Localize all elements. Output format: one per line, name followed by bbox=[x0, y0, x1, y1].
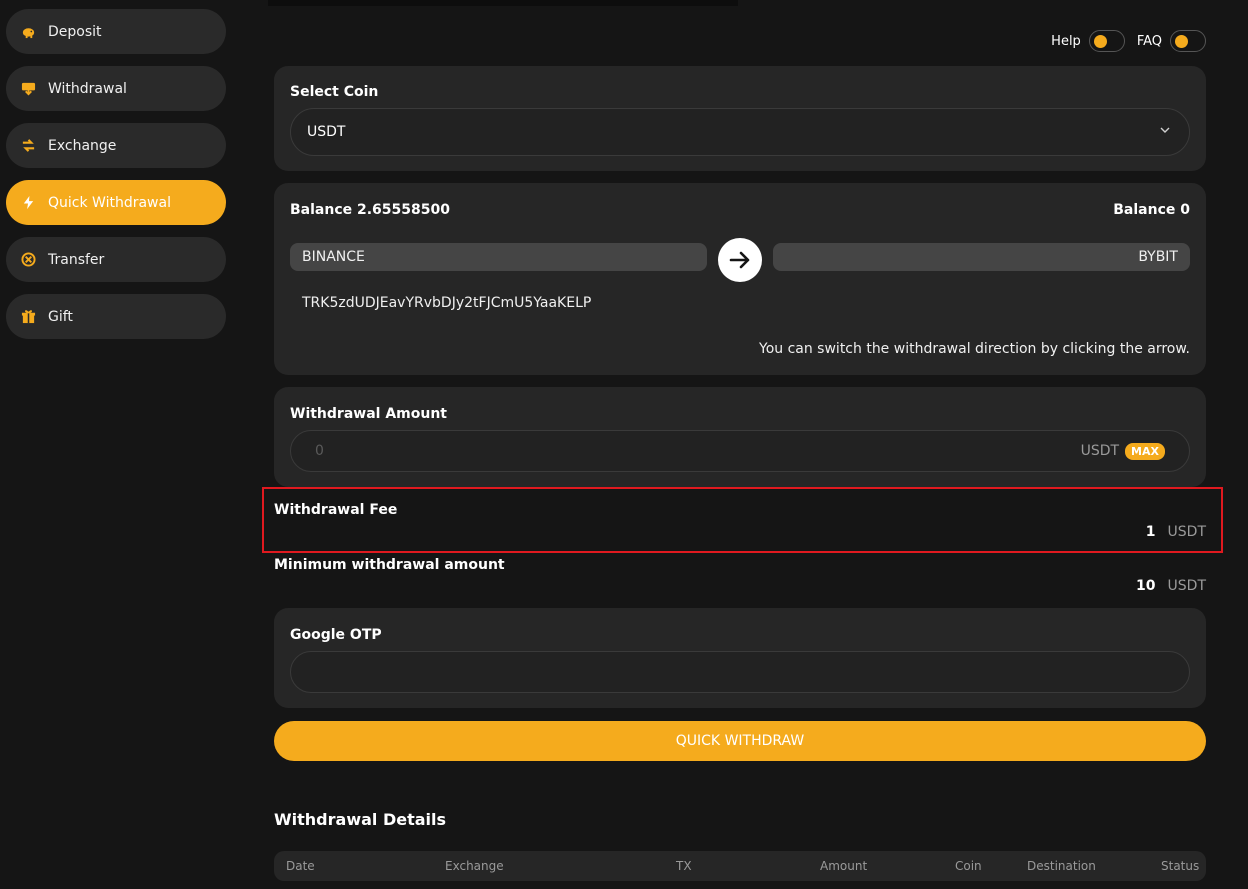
lightning-icon bbox=[20, 195, 36, 211]
sidebar-item-label: Gift bbox=[48, 308, 73, 325]
select-coin-card: Select Coin USDT bbox=[274, 66, 1206, 171]
help-label: Help bbox=[1051, 33, 1081, 49]
sidebar-item-deposit[interactable]: Deposit bbox=[6, 9, 226, 54]
faq-toggle[interactable] bbox=[1170, 30, 1206, 52]
sidebar-item-label: Transfer bbox=[48, 251, 105, 268]
sidebar-item-label: Exchange bbox=[48, 137, 117, 154]
sidebar-item-transfer[interactable]: Transfer bbox=[6, 237, 226, 282]
chevron-down-icon bbox=[1159, 124, 1171, 140]
minimum-amount: 10 bbox=[1136, 578, 1156, 594]
column-header-amount: Amount bbox=[820, 859, 868, 873]
gift-icon bbox=[20, 309, 36, 325]
coin-select-value: USDT bbox=[307, 124, 346, 140]
sidebar-item-label: Withdrawal bbox=[48, 80, 127, 97]
sidebar-item-quick-withdrawal[interactable]: Quick Withdrawal bbox=[6, 180, 226, 225]
google-otp-card: Google OTP bbox=[274, 608, 1206, 708]
sidebar-item-label: Deposit bbox=[48, 23, 102, 40]
amount-placeholder: 0 bbox=[315, 443, 324, 459]
withdrawal-details-title: Withdrawal Details bbox=[274, 810, 447, 829]
minimum-withdrawal-label: Minimum withdrawal amount bbox=[274, 557, 505, 573]
top-header-strip bbox=[268, 0, 738, 6]
column-header-date: Date bbox=[286, 859, 315, 873]
withdrawal-fee-row: Withdrawal Fee 1 USDT bbox=[274, 502, 1206, 542]
coin-select[interactable]: USDT bbox=[290, 108, 1190, 156]
faq-label: FAQ bbox=[1136, 33, 1162, 49]
column-header-tx: TX bbox=[676, 859, 692, 873]
from-exchange-name: BINANCE bbox=[302, 249, 365, 265]
sidebar: Deposit Withdrawal Exchange Quick Withdr… bbox=[6, 9, 226, 351]
to-exchange-box: BYBIT bbox=[773, 243, 1190, 271]
switch-direction-button[interactable] bbox=[718, 238, 762, 282]
help-faq-toggles: Help FAQ bbox=[1051, 30, 1206, 52]
sidebar-item-withdrawal[interactable]: Withdrawal bbox=[6, 66, 226, 111]
minimum-withdrawal-row: Minimum withdrawal amount 10 USDT bbox=[274, 557, 1206, 597]
transfer-icon bbox=[20, 252, 36, 268]
column-header-coin: Coin bbox=[955, 859, 982, 873]
withdrawal-amount-label: Withdrawal Amount bbox=[290, 406, 447, 422]
fee-unit: USDT bbox=[1167, 524, 1206, 540]
toggle-knob bbox=[1175, 35, 1188, 48]
from-exchange-box: BINANCE bbox=[290, 243, 707, 271]
minimum-unit: USDT bbox=[1167, 578, 1206, 594]
google-otp-input[interactable] bbox=[290, 651, 1190, 693]
withdrawal-amount-input[interactable]: 0 USDT MAX bbox=[290, 430, 1190, 472]
help-toggle-group: Help bbox=[1051, 30, 1125, 52]
sidebar-item-gift[interactable]: Gift bbox=[6, 294, 226, 339]
balance-card: Balance 2.65558500 Balance 0 BINANCE BYB… bbox=[274, 183, 1206, 375]
google-otp-label: Google OTP bbox=[290, 627, 382, 643]
wallet-address: TRK5zdUDJEavYRvbDJy2tFJCmU5YaaKELP bbox=[302, 295, 592, 311]
arrow-right-icon bbox=[729, 251, 750, 269]
sidebar-item-label: Quick Withdrawal bbox=[48, 194, 171, 211]
to-balance: Balance 0 bbox=[1113, 202, 1190, 218]
exchange-arrows-icon bbox=[20, 138, 36, 154]
sidebar-item-exchange[interactable]: Exchange bbox=[6, 123, 226, 168]
select-coin-label: Select Coin bbox=[290, 84, 379, 100]
fee-amount: 1 bbox=[1145, 524, 1156, 540]
column-header-destination: Destination bbox=[1027, 859, 1096, 873]
amount-suffix: USDT MAX bbox=[1080, 442, 1165, 460]
toggle-knob bbox=[1093, 35, 1107, 48]
max-button[interactable]: MAX bbox=[1125, 442, 1165, 460]
to-exchange-name: BYBIT bbox=[1138, 249, 1178, 265]
minimum-withdrawal-value: 10 USDT bbox=[1136, 578, 1206, 594]
from-balance: Balance 2.65558500 bbox=[290, 202, 450, 218]
amount-unit: USDT bbox=[1080, 443, 1120, 459]
column-header-exchange: Exchange bbox=[445, 859, 504, 873]
column-header-status: Status bbox=[1161, 859, 1200, 873]
faq-toggle-group: FAQ bbox=[1137, 30, 1206, 52]
withdrawal-details-table-header: Date Exchange TX Amount Coin Destination… bbox=[274, 851, 1206, 881]
quick-withdraw-button[interactable]: QUICK WITHDRAW bbox=[274, 721, 1206, 761]
withdrawal-fee-value: 1 USDT bbox=[1146, 524, 1206, 540]
withdraw-icon bbox=[20, 81, 36, 97]
withdrawal-amount-card: Withdrawal Amount 0 USDT MAX bbox=[274, 387, 1206, 487]
direction-hint: You can switch the withdrawal direction … bbox=[759, 341, 1190, 357]
withdrawal-fee-label: Withdrawal Fee bbox=[274, 502, 398, 518]
help-toggle[interactable] bbox=[1088, 30, 1125, 52]
piggy-bank-icon bbox=[20, 24, 36, 40]
